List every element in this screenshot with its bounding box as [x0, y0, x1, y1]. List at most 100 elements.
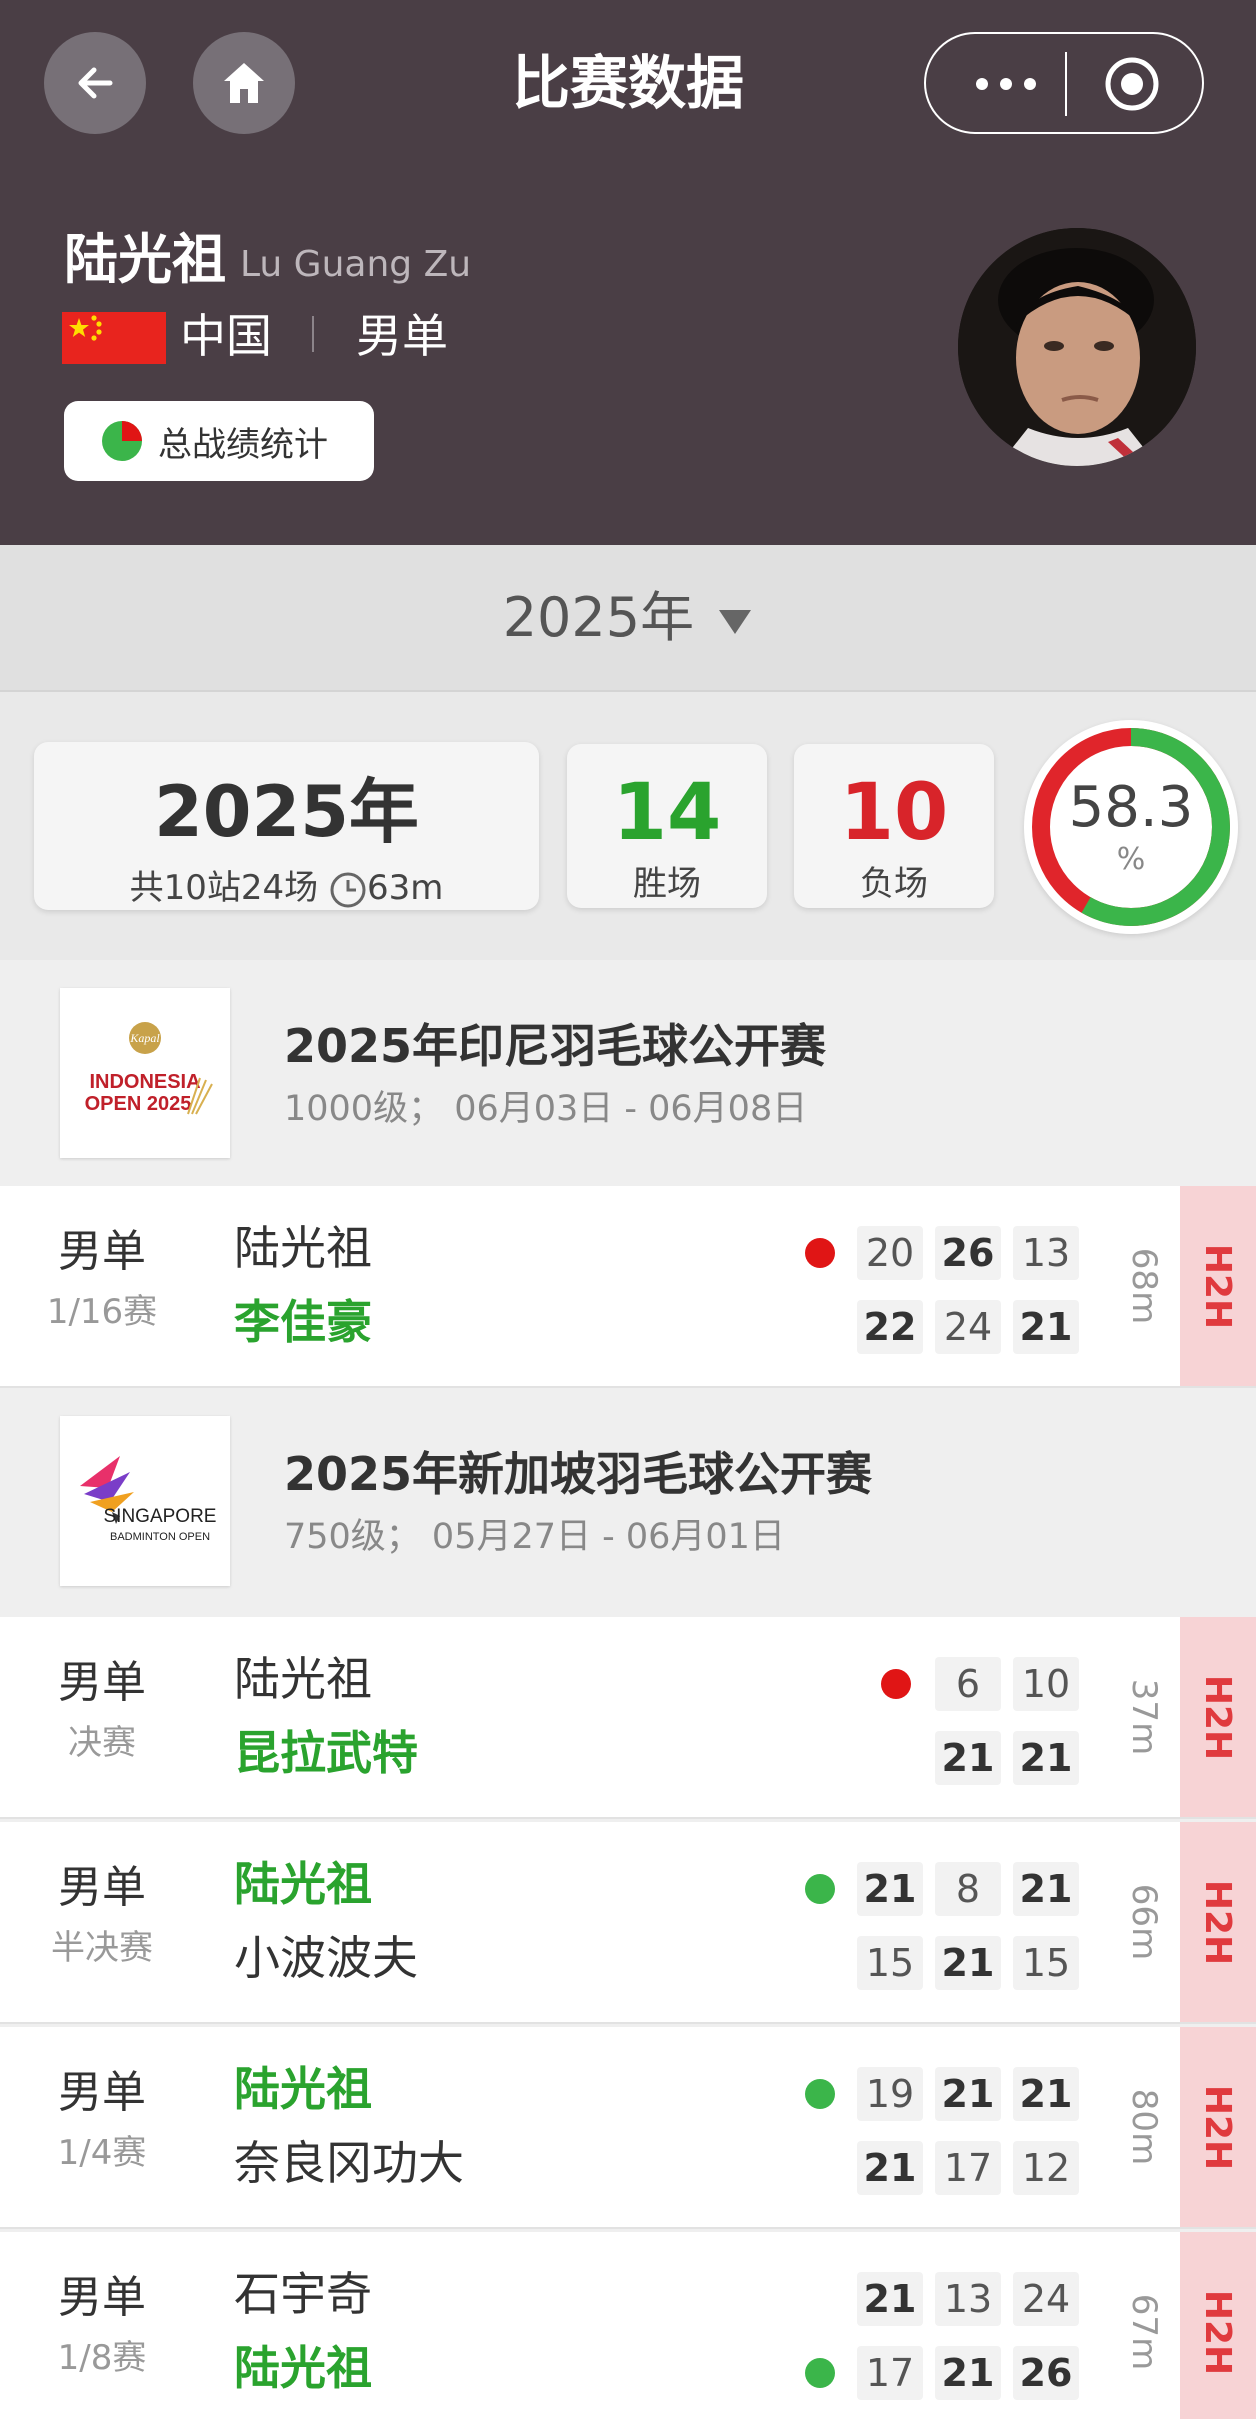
score-cell: 13 — [935, 2272, 1001, 2326]
score-cell: 15 — [857, 1936, 923, 1990]
win-rate-value: 58.3 — [1068, 775, 1194, 840]
tournament-logo: SINGAPORE BADMINTON OPEN — [60, 1416, 230, 1586]
svg-text:OPEN 2025: OPEN 2025 — [85, 1093, 192, 1115]
year-selector-label: 2025年 — [0, 583, 1256, 653]
score-cell: 21 — [857, 2272, 923, 2326]
score-cell: 17 — [935, 2141, 1001, 2195]
score-cell: 21 — [1013, 2067, 1079, 2121]
losses-label: 负场 — [860, 864, 928, 904]
player1-name[interactable]: 石宇奇 — [234, 2262, 372, 2326]
h2h-button[interactable]: H2H — [1180, 2027, 1256, 2227]
score-cell: 21 — [857, 2141, 923, 2195]
player1-name[interactable]: 陆光祖 — [234, 1216, 372, 1280]
h2h-button[interactable]: H2H — [1180, 1617, 1256, 1817]
player1-name[interactable]: 陆光祖 — [234, 1852, 372, 1916]
tournament-header[interactable]: SINGAPORE BADMINTON OPEN 2025年新加坡羽毛球公开赛 … — [0, 1388, 1256, 1614]
match-duration: 66m — [1124, 1883, 1165, 1961]
more-dots-icon[interactable] — [956, 52, 1056, 116]
player1-name[interactable]: 陆光祖 — [234, 2057, 372, 2121]
match-duration: 68m — [1124, 1247, 1165, 1325]
match-round: 1/4赛 — [57, 2133, 147, 2173]
year-selector[interactable]: 2025年 — [0, 545, 1256, 692]
match-round: 半决赛 — [51, 1928, 153, 1968]
china-flag-icon — [62, 312, 166, 364]
score-cell: 21 — [935, 2067, 1001, 2121]
player2-name[interactable]: 小波波夫 — [234, 1926, 418, 1990]
clock-icon — [330, 872, 366, 907]
pie-chart-icon — [102, 421, 142, 461]
score-cell: 19 — [857, 2067, 923, 2121]
score-cell: 10 — [1013, 1657, 1079, 1711]
tournament-header[interactable]: Kapal INDONESIA OPEN 2025 2025年印尼羽毛球公开赛 … — [0, 960, 1256, 1186]
score-cell: 21 — [1013, 1731, 1079, 1785]
info-divider — [312, 316, 314, 352]
score-cell: 21 — [935, 1936, 1001, 1990]
target-circle-icon[interactable] — [1104, 56, 1160, 112]
overall-stats-label: 总战绩统计 — [158, 424, 328, 465]
player2-name[interactable]: 奈良冈功大 — [234, 2131, 464, 2195]
profile-header: 比赛数据 陆光祖 Lu Guang Zu 中国 男单 总战绩统计 — [0, 0, 1256, 545]
score-cell: 13 — [1013, 1226, 1079, 1280]
match-category: 男单 — [58, 1226, 146, 1277]
score-cell: 8 — [935, 1862, 1001, 1916]
tournament-info: 750级； 05月27日 - 06月01日 — [284, 1517, 785, 1557]
tournament-name: 2025年新加坡羽毛球公开赛 — [284, 1447, 873, 1501]
match-row[interactable]: 男单 决赛 陆光祖 昆拉武特 6 10 21 21 37m H2H — [0, 1617, 1256, 1819]
player2-name[interactable]: 昆拉武特 — [234, 1721, 418, 1785]
wins-count: 14 — [612, 768, 722, 858]
score-cell: 24 — [935, 1300, 1001, 1354]
match-row[interactable]: 男单 1/4赛 陆光祖 奈良冈功大 19 21 21 21 17 12 80m … — [0, 2027, 1256, 2229]
match-row[interactable]: 男单 1/16赛 陆光祖 李佳豪 20 26 13 22 24 21 68m H… — [0, 1186, 1256, 1388]
match-duration: 67m — [1124, 2293, 1165, 2371]
season-overview-card: 2025年 共10站24场 63m — [34, 742, 539, 910]
h2h-button[interactable]: H2H — [1180, 1186, 1256, 1386]
svg-text:Kapal: Kapal — [129, 1031, 160, 1045]
summary-detail: 共10站24场 63m — [129, 868, 444, 908]
score-cell: 21 — [935, 2346, 1001, 2400]
match-row[interactable]: 男单 1/8赛 石宇奇 陆光祖 21 13 24 17 21 26 67m H2… — [0, 2232, 1256, 2419]
tournament-logo: Kapal INDONESIA OPEN 2025 — [60, 988, 230, 1158]
wins-label: 胜场 — [633, 864, 701, 904]
loss-dot-icon — [805, 1238, 835, 1268]
score-cell: 21 — [935, 1731, 1001, 1785]
win-rate-ring: 58.3 % — [1024, 720, 1238, 934]
player-name-en: Lu Guang Zu — [240, 244, 472, 285]
match-category: 男单 — [58, 2067, 146, 2118]
h2h-button[interactable]: H2H — [1180, 2232, 1256, 2419]
match-round: 1/8赛 — [57, 2338, 147, 2378]
player1-name[interactable]: 陆光祖 — [234, 1647, 372, 1711]
match-category: 男单 — [58, 1862, 146, 1913]
capsule-divider — [1065, 52, 1067, 116]
win-dot-icon — [805, 2358, 835, 2388]
mini-program-capsule — [924, 32, 1204, 134]
summary-avg-time: 63m — [366, 868, 444, 908]
player2-name[interactable]: 李佳豪 — [234, 1290, 372, 1354]
score-cell: 15 — [1013, 1936, 1079, 1990]
match-row[interactable]: 男单 半决赛 陆光祖 小波波夫 21 8 21 15 21 15 66m H2H — [0, 1822, 1256, 2024]
match-duration: 37m — [1124, 1678, 1165, 1756]
match-round: 1/16赛 — [46, 1292, 158, 1332]
h2h-button[interactable]: H2H — [1180, 1822, 1256, 2022]
tournament-name: 2025年印尼羽毛球公开赛 — [284, 1019, 827, 1073]
summary-year: 2025年 — [154, 771, 419, 853]
score-cell: 21 — [1013, 1300, 1079, 1354]
score-cell: 21 — [1013, 1862, 1079, 1916]
losses-count: 10 — [839, 768, 949, 858]
win-dot-icon — [805, 2079, 835, 2109]
player-avatar — [958, 228, 1196, 466]
match-duration: 80m — [1124, 2088, 1165, 2166]
losses-card: 10 负场 — [794, 744, 994, 908]
score-cell: 26 — [1013, 2346, 1079, 2400]
overall-stats-button[interactable]: 总战绩统计 — [64, 401, 374, 481]
player-name: 陆光祖 — [64, 228, 226, 291]
loss-dot-icon — [881, 1669, 911, 1699]
score-cell: 20 — [857, 1226, 923, 1280]
score-cell: 26 — [935, 1226, 1001, 1280]
wins-card: 14 胜场 — [567, 744, 767, 908]
win-rate-unit: % — [1116, 842, 1146, 877]
player2-name[interactable]: 陆光祖 — [234, 2336, 372, 2400]
player-country: 中国 — [180, 309, 272, 363]
svg-text:SINGAPORE: SINGAPORE — [104, 1506, 217, 1527]
player-event: 男单 — [356, 309, 448, 363]
score-cell: 24 — [1013, 2272, 1079, 2326]
